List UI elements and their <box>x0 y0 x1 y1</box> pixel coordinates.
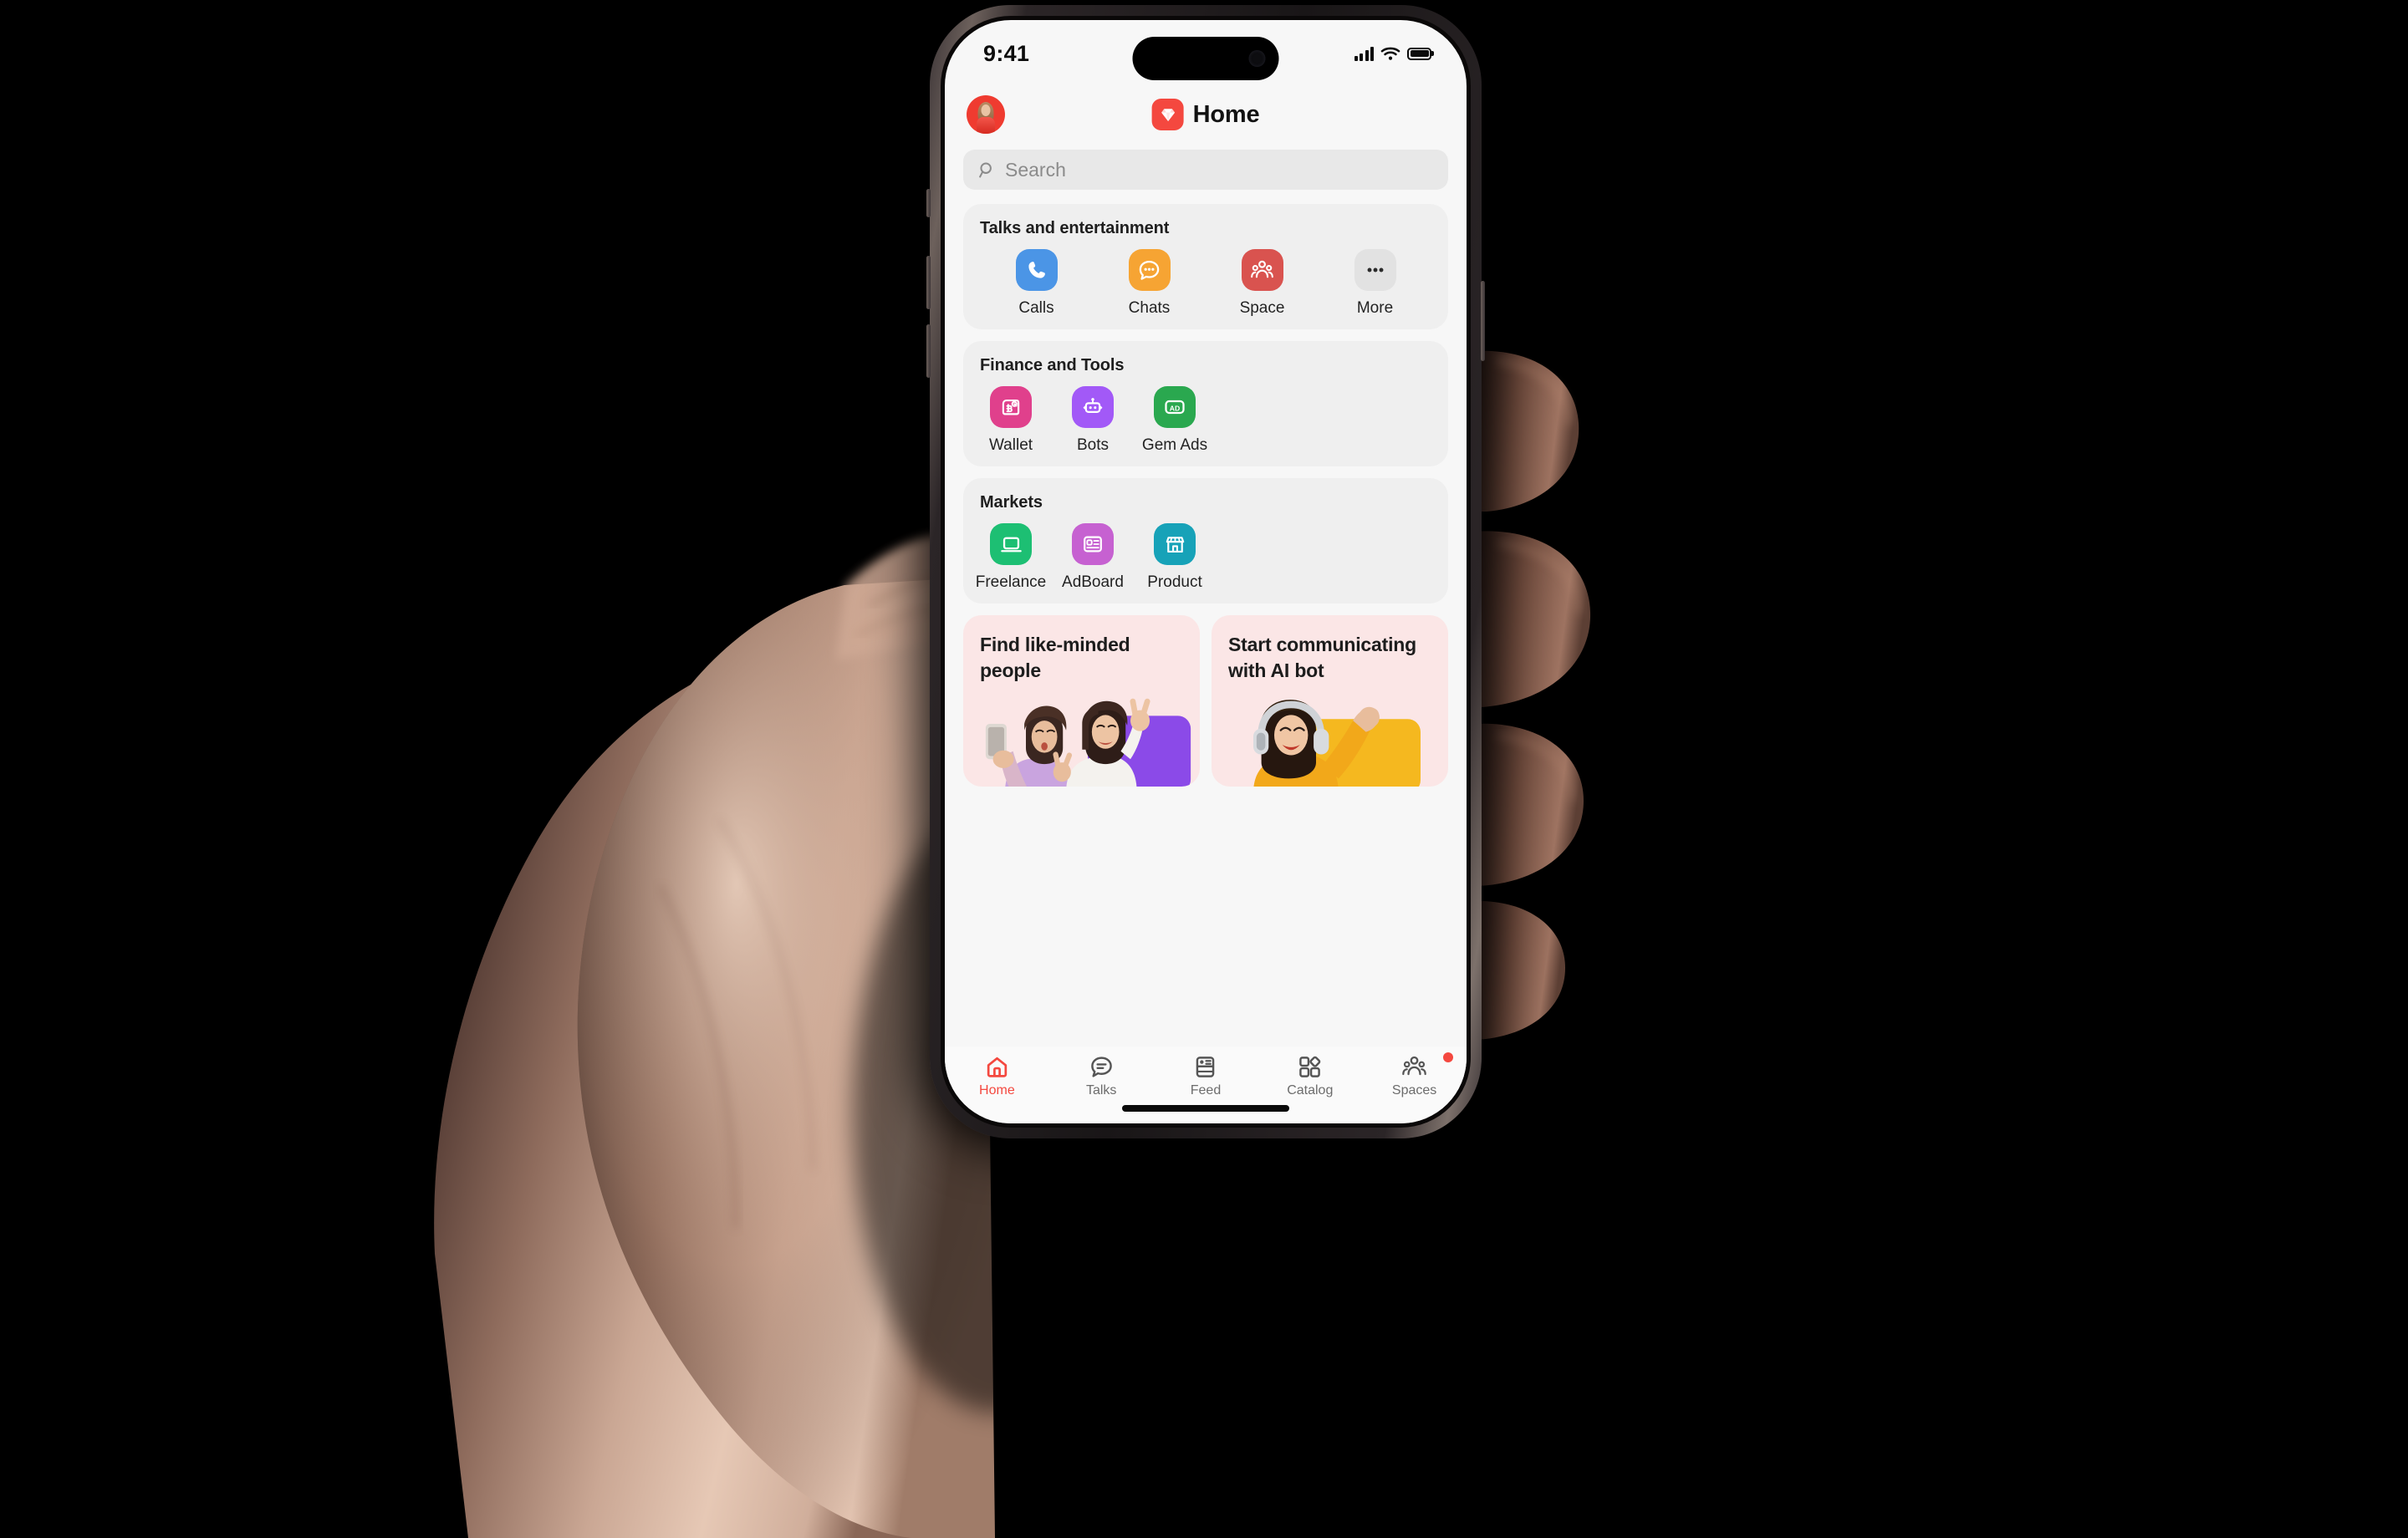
phone-device: 9:41 Home Search Talks and entertainment… <box>926 5 1485 1138</box>
id-card-icon <box>1072 523 1114 565</box>
shapes-grid-icon <box>1299 1056 1321 1077</box>
wallet-icon <box>990 386 1032 428</box>
tile-space[interactable]: Space <box>1206 249 1319 318</box>
tile-bots[interactable]: Bots <box>1062 386 1124 455</box>
promo-card-ai-bot[interactable]: Start communicating with AI bot <box>1212 615 1448 787</box>
people-group-icon <box>1402 1056 1426 1076</box>
svg-text:AD: AD <box>1170 404 1180 412</box>
tab-catalog[interactable]: Catalog <box>1258 1054 1362 1098</box>
tile-label: Product <box>1147 573 1202 591</box>
chat-bubble-icon <box>1128 249 1171 291</box>
app-title-group: Home <box>1151 99 1260 130</box>
status-bar: 9:41 <box>945 20 1467 82</box>
tab-talks[interactable]: Talks <box>1049 1054 1154 1098</box>
front-camera-icon <box>1248 50 1266 67</box>
promo-card-find-people[interactable]: Find like-minded people <box>963 615 1200 787</box>
status-indicators <box>1354 46 1431 61</box>
spaces-notification-badge <box>1442 1052 1453 1062</box>
battery-icon <box>1407 47 1431 60</box>
tile-row: Calls Chats Space More <box>980 249 1431 318</box>
section-title: Finance and Tools <box>980 356 1125 374</box>
storefront-icon <box>1154 523 1196 565</box>
tile-chats[interactable]: Chats <box>1093 249 1206 318</box>
tile-label: Wallet <box>988 436 1033 454</box>
two-women-selfie-photo <box>985 698 1191 787</box>
tab-label: Spaces <box>1391 1083 1437 1097</box>
volume-up-button[interactable] <box>926 256 931 309</box>
tab-feed[interactable]: Feed <box>1154 1054 1258 1098</box>
home-content: Talks and entertainment Calls Chats Spac… <box>945 190 1467 787</box>
bottom-tab-bar: Home Talks Feed Catalog Spaces <box>945 1047 1467 1123</box>
signal-bars-icon <box>1354 46 1374 61</box>
search-icon <box>979 161 992 178</box>
tile-wallet[interactable]: Wallet <box>980 386 1042 455</box>
power-button[interactable] <box>1481 281 1485 361</box>
laptop-icon <box>990 523 1032 565</box>
avatar-face <box>981 104 991 116</box>
tile-label: Chats <box>1128 299 1171 317</box>
app-header: Home <box>945 82 1467 147</box>
wifi-icon <box>1380 47 1400 60</box>
section-title: Talks and entertainment <box>980 219 1170 237</box>
tile-label: Gem Ads <box>1141 436 1208 454</box>
tab-home[interactable]: Home <box>945 1054 1049 1098</box>
promo-title: Start communicating with AI bot <box>1228 634 1416 681</box>
tile-label: Freelance <box>975 573 1047 591</box>
tile-freelance[interactable]: Freelance <box>976 523 1046 592</box>
phone-icon <box>1015 249 1058 291</box>
mute-switch[interactable] <box>926 189 931 217</box>
ad-badge-icon: AD <box>1154 386 1196 428</box>
phone-screen: 9:41 Home Search Talks and entertainment… <box>945 20 1467 1123</box>
home-indicator[interactable] <box>1122 1105 1289 1112</box>
tile-product[interactable]: Product <box>1144 523 1206 592</box>
gem-logo-icon <box>1151 99 1184 130</box>
promo-row: Find like-minded people Start communicat… <box>963 615 1448 787</box>
avatar[interactable] <box>967 95 1005 134</box>
tile-adboard[interactable]: AdBoard <box>1062 523 1124 592</box>
tile-label: More <box>1356 299 1394 317</box>
feed-card-icon <box>1196 1057 1215 1077</box>
woman-headphones-photo <box>1252 700 1421 787</box>
section-talks-and-entertainment: Talks and entertainment Calls Chats Spac… <box>963 204 1448 329</box>
chat-lines-icon <box>1090 1057 1112 1077</box>
home-icon <box>987 1057 1008 1077</box>
volume-down-button[interactable] <box>926 324 931 378</box>
tab-spaces[interactable]: Spaces <box>1362 1052 1467 1098</box>
search-input[interactable]: Search <box>963 150 1448 190</box>
tile-gem-ads[interactable]: AD Gem Ads <box>1141 386 1208 455</box>
search-placeholder: Search <box>1005 158 1066 181</box>
screenshot-stage: 9:41 Home Search Talks and entertainment… <box>0 0 2408 1538</box>
tile-more[interactable]: More <box>1319 249 1431 318</box>
section-markets: Markets Freelance AdBoard Product <box>963 478 1448 603</box>
page-title: Home <box>1192 100 1260 128</box>
tile-label: AdBoard <box>1062 573 1124 591</box>
status-time: 9:41 <box>983 40 1030 66</box>
tile-label: Bots <box>1076 436 1110 454</box>
tile-row: Freelance AdBoard Product <box>976 523 1431 592</box>
people-group-icon <box>1241 249 1283 291</box>
avatar-body <box>977 117 995 134</box>
phone-bezel: 9:41 Home Search Talks and entertainment… <box>941 16 1471 1128</box>
dynamic-island <box>1132 37 1279 80</box>
robot-icon <box>1072 386 1114 428</box>
tab-label: Home <box>979 1083 1015 1097</box>
section-title: Markets <box>980 493 1043 512</box>
tile-row: Wallet Bots AD Gem Ads <box>980 386 1431 455</box>
tile-label: Calls <box>1018 299 1054 317</box>
tab-label: Feed <box>1190 1083 1222 1097</box>
ellipsis-icon <box>1354 249 1396 291</box>
promo-title: Find like-minded people <box>980 634 1130 681</box>
tile-calls[interactable]: Calls <box>980 249 1093 318</box>
tab-label: Talks <box>1085 1083 1117 1097</box>
tab-label: Catalog <box>1287 1083 1334 1097</box>
tile-label: Space <box>1239 299 1285 317</box>
section-finance-and-tools: Finance and Tools Wallet Bots AD Gem Ads <box>963 341 1448 466</box>
